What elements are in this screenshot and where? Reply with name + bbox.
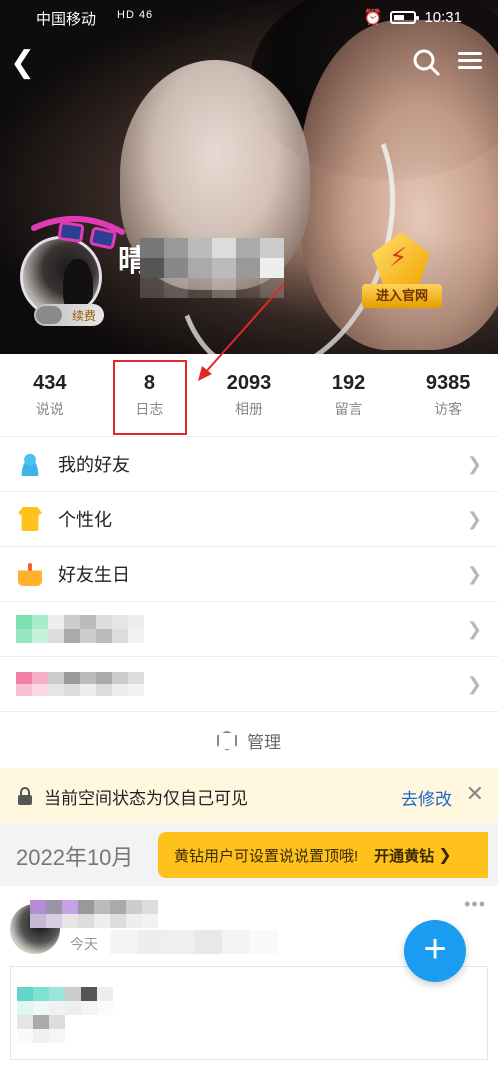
chevron-right-icon: ❯ <box>466 454 482 474</box>
close-icon[interactable]: ✕ <box>466 781 484 807</box>
status-bar: 中国移动 HD 46 ⏰ 10:31 <box>0 0 498 34</box>
privacy-notice: 当前空间状态为仅自己可见 去修改 ✕ <box>0 768 498 824</box>
stat-visitors[interactable]: 9385 访客 <box>398 354 498 436</box>
manage-button[interactable]: 管理 <box>0 711 498 769</box>
friends-icon <box>18 452 42 476</box>
diary-highlight-box <box>113 360 187 435</box>
post-body[interactable] <box>10 966 488 1060</box>
stat-label: 访客 <box>434 401 463 417</box>
tshirt-icon <box>18 507 42 531</box>
clock: 10:31 <box>424 8 462 26</box>
promo-open-button[interactable]: 开通黄钻 <box>374 845 434 866</box>
menu-item-personalize[interactable]: 个性化 ❯ <box>0 491 498 546</box>
avatar-frame-glasses-icon <box>31 216 125 250</box>
chevron-right-icon: ❯ <box>438 847 452 864</box>
chevron-right-icon: ❯ <box>466 619 482 639</box>
promo-text: 黄钻用户可设置说说置顶哦! <box>174 847 359 865</box>
vip-icon <box>36 306 62 324</box>
enter-official-label: 进入官网 <box>362 284 442 308</box>
stat-messages[interactable]: 192 留言 <box>299 354 399 436</box>
menu-list: 我的好友 ❯ 个性化 ❯ 好友生日 ❯ ❯ ❯ 管理 <box>0 436 498 769</box>
chevron-right-icon: ❯ <box>466 674 482 694</box>
menu-item-friends[interactable]: 我的好友 ❯ <box>0 436 498 491</box>
notice-text: 当前空间状态为仅自己可见 <box>44 788 248 808</box>
carrier-name: 中国移动 <box>36 11 97 28</box>
signal-indicator: HD 46 <box>117 9 154 21</box>
battery-icon <box>390 10 420 24</box>
annotation-arrow-icon <box>198 283 285 381</box>
yellow-diamond-promo[interactable]: 黄钻用户可设置说说置顶哦! 开通黄钻 ❯ <box>158 832 488 878</box>
menu-item-label: 我的好友 <box>58 455 130 475</box>
lock-icon <box>18 787 32 805</box>
post-time: 今天 <box>70 936 98 952</box>
back-icon[interactable]: ❮ <box>10 48 35 78</box>
stat-label: 说说 <box>35 401 64 417</box>
menu-item-pixelated-1[interactable]: ❯ <box>0 601 498 656</box>
menu-icon[interactable] <box>458 48 486 76</box>
menu-item-label: 好友生日 <box>58 565 130 585</box>
add-post-button[interactable]: + <box>404 920 466 982</box>
stat-shuoshuo[interactable]: 434 说说 <box>0 354 100 436</box>
menu-item-birthdays[interactable]: 好友生日 ❯ <box>0 546 498 601</box>
pixelated-menu-label <box>16 615 144 643</box>
stat-value: 434 <box>33 372 67 394</box>
hexagon-icon <box>217 730 237 751</box>
search-icon[interactable] <box>412 48 440 76</box>
stat-label: 相册 <box>234 401 263 417</box>
stat-label: 留言 <box>334 401 363 417</box>
post-time-pixelated <box>110 930 278 954</box>
chevron-right-icon: ❯ <box>466 509 482 529</box>
menu-item-label: 个性化 <box>58 510 112 530</box>
manage-label: 管理 <box>247 733 281 752</box>
battery-fill <box>394 14 405 20</box>
menu-item-pixelated-2[interactable]: ❯ <box>0 656 498 711</box>
more-options-icon[interactable]: ••• <box>464 894 486 915</box>
post-card[interactable]: 今天 ••• <box>0 886 498 1080</box>
profile-avatar-group[interactable]: 续费 <box>16 206 125 330</box>
renew-label: 续费 <box>71 308 96 323</box>
alarm-icon: ⏰ <box>363 9 383 26</box>
notice-modify-link[interactable]: 去修改 <box>401 785 452 810</box>
chevron-right-icon: ❯ <box>466 564 482 584</box>
renew-badge[interactable]: 续费 <box>34 304 104 326</box>
post-content-pixelated <box>17 987 113 1043</box>
pixelated-menu-label <box>16 672 144 696</box>
enter-official-button[interactable]: 进入官网 <box>356 232 446 310</box>
timeline-month: 2022年10月 <box>16 845 134 870</box>
stat-value: 9385 <box>425 372 471 394</box>
stat-value: 192 <box>331 372 366 394</box>
cake-icon <box>18 562 42 586</box>
post-author-pixelated <box>30 900 158 928</box>
lightning-icon <box>372 232 430 286</box>
status-right: ⏰ 10:31 <box>363 8 462 27</box>
